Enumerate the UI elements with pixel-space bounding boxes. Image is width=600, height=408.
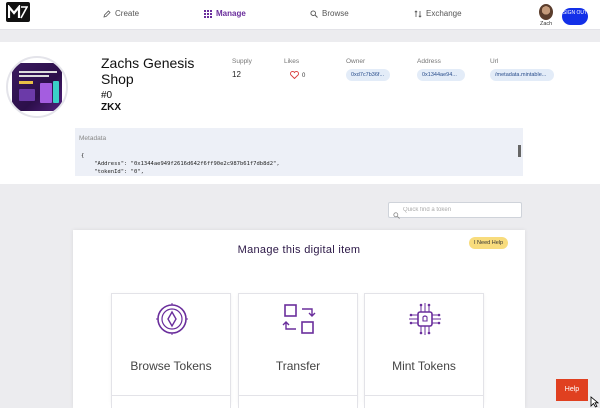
grid-icon (204, 9, 212, 18)
action-card[interactable] (111, 395, 231, 408)
item-header: Zachs Genesis Shop #0 ZKX Supply 12 Like… (0, 42, 600, 184)
search-icon (310, 9, 318, 18)
url-pill[interactable]: /metadata.mintable... (490, 69, 554, 81)
search-icon (393, 206, 400, 224)
user-name: Zach (540, 21, 553, 27)
chip-icon (408, 302, 442, 341)
nav-exchange-label: Exchange (426, 9, 462, 18)
nav-exchange[interactable]: Exchange (414, 9, 462, 18)
likes-label: Likes (284, 58, 300, 65)
contract-address-pill[interactable]: 0x1344ae94... (417, 69, 465, 81)
exchange-icon (414, 9, 422, 18)
owner-address-pill[interactable]: 0xd7c7b36f... (346, 69, 390, 81)
nav-browse[interactable]: Browse (310, 9, 349, 18)
manage-panel: Manage this digital item I Need Help Bro… (73, 230, 525, 408)
transfer-icon (282, 302, 316, 341)
token-id: #0 (101, 90, 113, 101)
top-nav: Create Manage Browse Exchange Zach SIGN … (0, 0, 600, 30)
transfer-card[interactable]: Transfer (238, 293, 358, 403)
heart-icon[interactable] (290, 71, 299, 81)
address-label: Address (417, 58, 441, 65)
metadata-line: { (81, 153, 85, 159)
thumbnail-image (12, 63, 62, 111)
thumbnail-block (40, 83, 52, 103)
likes-count: 0 (302, 73, 306, 79)
browse-tokens-card[interactable]: Browse Tokens (111, 293, 231, 403)
transfer-label: Transfer (275, 359, 321, 373)
mouse-cursor-icon (590, 395, 600, 408)
manage-title: Manage this digital item (237, 244, 361, 256)
pencil-icon (103, 9, 111, 18)
thumbnail-text-line (19, 75, 49, 77)
likes-control[interactable]: 0 (290, 71, 305, 81)
nav-browse-label: Browse (322, 9, 349, 18)
metadata-line: "tokenId": "0", (81, 169, 144, 175)
coin-icon (155, 302, 189, 341)
token-search[interactable] (388, 202, 522, 219)
action-card[interactable] (238, 395, 358, 408)
need-help-button[interactable]: I Need Help (469, 237, 509, 249)
nav-manage[interactable]: Manage (204, 9, 246, 18)
thumbnail-bar (19, 81, 33, 84)
owner-label: Owner (346, 58, 366, 65)
metadata-title: Metadata (79, 135, 107, 142)
search-input[interactable] (403, 205, 517, 215)
token-symbol: ZKX (101, 102, 121, 113)
supply-value: 12 (232, 70, 241, 79)
action-card[interactable] (364, 395, 484, 408)
thumbnail-block (19, 89, 35, 101)
mint-tokens-label: Mint Tokens (392, 359, 456, 373)
avatar[interactable] (539, 4, 553, 20)
metadata-line: "Address": "0x1344ae949f2616d642f6ff90e2… (81, 161, 280, 167)
mintable-logo[interactable] (6, 2, 30, 22)
thumbnail-block (53, 81, 59, 103)
supply-label: Supply (232, 58, 252, 65)
sign-out-button[interactable]: SIGN OUT (562, 8, 588, 25)
item-name: Zachs Genesis Shop (101, 55, 195, 87)
thumbnail-text-line (19, 71, 57, 73)
metadata-panel[interactable]: Metadata { "Address": "0x1344ae949f2616d… (75, 128, 523, 176)
help-button[interactable]: Help (556, 379, 588, 401)
item-thumbnail[interactable] (6, 56, 68, 118)
nav-create-label: Create (115, 9, 140, 18)
nav-create[interactable]: Create (103, 9, 139, 18)
metadata-scrollbar[interactable] (518, 145, 521, 157)
browse-tokens-label: Browse Tokens (130, 359, 212, 373)
nav-manage-label: Manage (216, 9, 246, 18)
metadata-code: { "Address": "0x1344ae949f2616d642f6ff90… (81, 152, 280, 176)
url-label: Url (490, 58, 499, 65)
mint-tokens-card[interactable]: Mint Tokens (364, 293, 484, 403)
